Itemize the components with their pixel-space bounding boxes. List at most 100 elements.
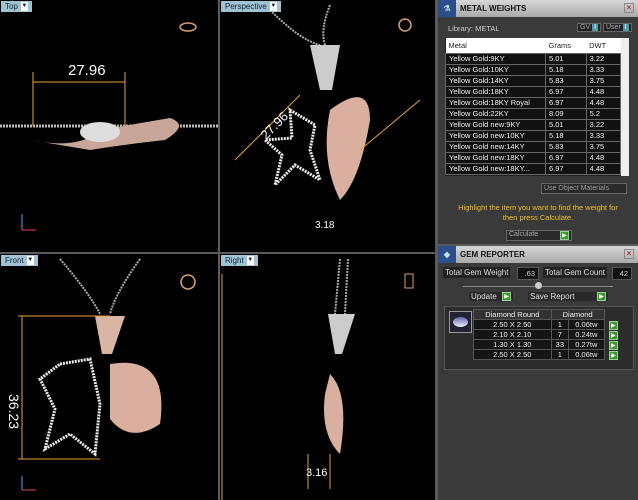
panel-title-bar: ◆ GEM REPORTER × xyxy=(438,246,638,263)
gem-row[interactable]: 2.50 X 2.50 1 0.06tw ▶ xyxy=(473,349,623,360)
column-header-dwt[interactable]: DWT xyxy=(586,38,621,53)
total-gem-weight-value: .63 xyxy=(517,267,539,280)
grams: 5.83 xyxy=(545,140,587,153)
viewport-menu-top[interactable]: Top ▼ xyxy=(1,1,32,12)
chevron-down-icon[interactable]: ▼ xyxy=(269,2,277,11)
gem-row[interactable]: 1.30 X 1.30 33 0.27tw ▶ xyxy=(473,339,623,350)
perspective-render xyxy=(234,4,421,200)
metal-name: Yellow Gold:9KY xyxy=(445,52,546,65)
chevron-down-icon[interactable]: ▼ xyxy=(246,256,254,265)
gem-reporter-panel: ◆ GEM REPORTER × Total Gem Weight .63 Tota… xyxy=(438,246,638,500)
save-report-button[interactable]: Save Report ▶ xyxy=(528,292,608,301)
top-view-render xyxy=(0,22,218,231)
metal-row[interactable]: Yellow Gold new:10KY 5.18 3.33 xyxy=(445,129,622,142)
dwt: 3.33 xyxy=(585,63,622,76)
grams: 5.18 xyxy=(545,129,587,142)
dwt: 5.2 xyxy=(585,107,622,120)
metal-row[interactable]: Yellow Gold:18KY 6.97 4.48 xyxy=(445,85,622,98)
viewport-menu-perspective[interactable]: Perspective ▼ xyxy=(221,1,281,12)
viewport-menu-front[interactable]: Front ▼ xyxy=(1,255,38,266)
total-gem-count-label: Total Gem Count xyxy=(543,267,608,278)
metal-row[interactable]: Yellow Gold:9KY 5.01 3.22 xyxy=(445,52,622,65)
grams: 8.09 xyxy=(545,107,587,120)
select-gem-button[interactable]: ▶ xyxy=(608,330,618,340)
gem-weight: 0.24tw xyxy=(568,329,605,340)
metal-row[interactable]: Yellow Gold:22KY 8.09 5.2 xyxy=(445,107,622,120)
metal-table[interactable]: Metal Grams DWT Yellow Gold:9KY 5.01 3.22 Y… xyxy=(445,38,629,176)
chevron-down-icon[interactable]: ▼ xyxy=(20,2,28,11)
panel-title: METAL WEIGHTS xyxy=(460,4,527,13)
viewport-top[interactable]: Top ▼ 27.96 xyxy=(0,0,218,252)
dimension-label-depth: 3.18 xyxy=(315,220,335,231)
dwt: 4.48 xyxy=(585,162,622,175)
gem-row[interactable]: 2.10 X 2.10 7 0.24tw ▶ xyxy=(473,329,623,340)
gem-size: 2.50 X 2.50 xyxy=(473,349,552,360)
viewport-label: Right xyxy=(225,256,244,265)
metal-row[interactable]: Yellow Gold:10KY 5.18 3.33 xyxy=(445,63,622,76)
update-button[interactable]: Update ▶ xyxy=(469,292,513,301)
metal-row[interactable]: Yellow Gold new:18KY... 6.97 4.48 xyxy=(445,162,622,175)
gem-count: 33 xyxy=(550,339,570,350)
user-toggle[interactable]: User I xyxy=(603,23,632,32)
select-gem-button[interactable]: ▶ xyxy=(608,340,618,350)
gem-count: 1 xyxy=(550,319,570,330)
use-object-materials-checkbox[interactable]: Use Object Materials xyxy=(541,183,627,194)
gem-type-header: Diamond xyxy=(550,309,605,320)
gem-weight: 0.06tw xyxy=(568,349,605,360)
metal-row[interactable]: Yellow Gold:14KY 5.83 3.75 xyxy=(445,74,622,87)
panel-title: GEM REPORTER xyxy=(460,250,525,259)
column-header-metal[interactable]: Metal xyxy=(445,38,546,53)
metal-row[interactable]: Yellow Gold new:18KY 6.97 4.48 xyxy=(445,151,622,164)
metal-name: Yellow Gold:22KY xyxy=(445,107,546,120)
viewport-perspective[interactable]: Perspective ▼ 27.96 3.18 xyxy=(220,0,435,252)
metal-name: Yellow Gold new:14KY xyxy=(445,140,546,153)
front-view-render xyxy=(18,258,196,491)
select-gem-button[interactable]: ▶ xyxy=(608,320,618,330)
calculate-button[interactable]: Calculate ▶ xyxy=(506,230,572,241)
metal-row[interactable]: Yellow Gold:18KY Royal 6.97 4.48 xyxy=(445,96,622,109)
viewport-menu-right[interactable]: Right ▼ xyxy=(221,255,258,266)
library-label: Library: METAL xyxy=(448,24,500,33)
metal-weights-panel: ⚗ METAL WEIGHTS × Library: METAL GV I User… xyxy=(438,0,638,244)
grams: 6.97 xyxy=(545,162,587,175)
table-scrollbar[interactable] xyxy=(621,38,629,176)
save-report-label: Save Report xyxy=(530,292,575,301)
column-header-grams[interactable]: Grams xyxy=(545,38,587,53)
viewport-front[interactable]: Front ▼ 36.23 xyxy=(0,254,218,500)
metal-row[interactable]: Yellow Gold new:9KY 5.01 3.22 xyxy=(445,118,622,131)
close-icon[interactable]: × xyxy=(624,249,634,259)
dwt: 4.48 xyxy=(585,96,622,109)
right-view-render xyxy=(221,258,414,500)
splitter-handle[interactable] xyxy=(535,282,542,289)
close-icon[interactable]: × xyxy=(624,3,634,13)
metal-name: Yellow Gold new:18KY xyxy=(445,151,546,164)
viewport-right[interactable]: Right ▼ 3.16 xyxy=(220,254,435,500)
gem-size: 2.10 X 2.10 xyxy=(473,329,552,340)
grams: 6.97 xyxy=(545,85,587,98)
diamond-round-thumbnail[interactable] xyxy=(449,311,472,333)
gem-size: 2.50 X 2.50 xyxy=(473,319,552,330)
metal-row[interactable]: Yellow Gold new:14KY 5.83 3.75 xyxy=(445,140,622,153)
gem-count: 1 xyxy=(550,349,570,360)
metal-name: Yellow Gold:10KY xyxy=(445,63,546,76)
calculate-label: Calculate xyxy=(509,231,539,238)
metal-name: Yellow Gold new:9KY xyxy=(445,118,546,131)
gem-weight: 0.06tw xyxy=(568,319,605,330)
select-gem-button[interactable]: ▶ xyxy=(609,350,619,360)
total-gem-count-value: 42 xyxy=(612,267,632,280)
dwt: 3.22 xyxy=(585,118,622,131)
gem-size: 1.30 X 1.30 xyxy=(473,339,552,350)
gem-row[interactable]: 2.50 X 2.50 1 0.06tw ▶ xyxy=(473,319,623,330)
total-gem-weight-label: Total Gem Weight xyxy=(443,267,511,278)
gv-toggle[interactable]: GV I xyxy=(577,23,602,32)
user-label: User xyxy=(606,24,621,31)
metal-name: Yellow Gold new:10KY xyxy=(445,129,546,142)
chevron-down-icon[interactable]: ▼ xyxy=(26,256,34,265)
dimension-label: 27.96 xyxy=(68,62,106,79)
dwt: 3.75 xyxy=(585,140,622,153)
dwt: 3.22 xyxy=(585,52,622,65)
play-icon: ▶ xyxy=(560,231,569,240)
grams: 5.83 xyxy=(545,74,587,87)
grams: 6.97 xyxy=(545,96,587,109)
grams: 5.18 xyxy=(545,63,587,76)
